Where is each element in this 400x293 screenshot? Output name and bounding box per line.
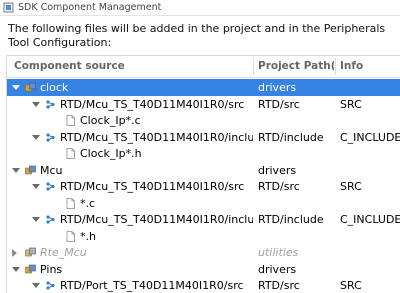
project-path-cell (258, 228, 334, 245)
column-divider[interactable] (253, 58, 254, 75)
row-label: Mcu (40, 163, 63, 177)
project-path-cell (258, 195, 334, 212)
component-source-cell: *.h (7, 228, 253, 245)
expand-toggle-icon[interactable] (32, 101, 40, 107)
project-path-cell: utilities (258, 246, 299, 259)
tree-row-component[interactable]: Rte_Mcu utilities (7, 244, 400, 261)
column-header-component-source[interactable]: Component source (14, 56, 254, 77)
source-folder-icon (46, 281, 55, 290)
project-path-cell: RTD/include (258, 130, 324, 144)
component-source-cell: RTD/Mcu_TS_T40D11M40I1R0/src (7, 178, 253, 195)
info-cell (340, 261, 400, 278)
row-label: Clock_Ip*.c (80, 114, 141, 127)
source-folder-icon (46, 132, 55, 142)
expand-toggle-icon[interactable] (32, 283, 40, 288)
source-folder-icon (46, 215, 55, 224)
component-package-icon (25, 82, 36, 92)
info-cell (340, 228, 400, 245)
window-title: SDK Component Management (18, 2, 162, 13)
info-cell (340, 162, 400, 179)
project-path-cell: RTD/include (258, 213, 324, 226)
project-path-cell (258, 145, 334, 162)
row-label: Rte_Mcu (40, 246, 87, 259)
project-path-cell: RTD/src (258, 279, 300, 292)
column-divider[interactable] (335, 58, 336, 75)
table-header: Component source Project Path(s Info (7, 56, 400, 78)
component-source-cell: RTD/Mcu_TS_T40D11M40I1R0/include (7, 129, 253, 146)
component-source-cell: Pins (7, 261, 253, 278)
expand-toggle-icon[interactable] (32, 217, 40, 222)
column-header-info[interactable]: Info (340, 56, 400, 77)
component-source-cell: *.c (7, 195, 253, 212)
info-cell (340, 145, 400, 162)
info-cell: C_INCLUDE (340, 130, 400, 144)
component-source-cell: RTD/Mcu_TS_T40D11M40I1R0/include (7, 211, 253, 228)
row-label: clock (40, 81, 69, 94)
project-path-cell: drivers (258, 262, 297, 276)
components-tree-table[interactable]: Component source Project Path(s Info clo… (6, 55, 400, 293)
row-label: Pins (40, 262, 63, 276)
expand-toggle-icon[interactable] (12, 167, 20, 173)
tree-row-file[interactable]: *.h (7, 228, 400, 245)
project-path-cell: RTD/src (258, 97, 300, 111)
component-source-cell: RTD/Mcu_TS_T40D11M40I1R0/src (7, 96, 253, 113)
component-source-cell: Clock_Ip*.c (7, 112, 253, 129)
component-package-icon (25, 247, 36, 257)
row-label: RTD/Mcu_TS_T40D11M40I1R0/include (60, 130, 253, 144)
tree-row-file[interactable]: Clock_Ip*.c (7, 112, 400, 129)
tree-row-component[interactable]: Mcu drivers (7, 162, 400, 179)
tree-row-component[interactable]: Pins drivers (7, 261, 400, 278)
tree-row-source[interactable]: RTD/Mcu_TS_T40D11M40I1R0/src RTD/src SRC (7, 178, 400, 195)
title-bar: SDK Component Management (0, 0, 400, 16)
expand-toggle-icon[interactable] (32, 184, 40, 189)
row-label: RTD/Mcu_TS_T40D11M40I1R0/include (60, 213, 253, 226)
info-cell (340, 112, 400, 129)
file-icon (66, 197, 75, 209)
expand-toggle-icon[interactable] (32, 134, 40, 140)
info-cell: SRC (340, 279, 362, 292)
component-source-cell: Rte_Mcu (7, 244, 253, 261)
component-package-icon (25, 264, 36, 273)
tree-row-component[interactable]: clock drivers (7, 79, 400, 96)
row-label: RTD/Port_TS_T40D11M40I1R0/src (60, 279, 244, 292)
tree-row-file[interactable]: *.c (7, 195, 400, 212)
component-package-icon (25, 165, 36, 174)
info-cell: SRC (340, 180, 362, 193)
component-source-cell: clock (7, 79, 253, 96)
file-icon (66, 148, 75, 159)
tree-row-source[interactable]: RTD/Mcu_TS_T40D11M40I1R0/src RTD/src SRC (7, 96, 400, 113)
info-cell (340, 244, 400, 261)
source-folder-icon (46, 182, 55, 191)
component-source-cell: Mcu (7, 162, 253, 179)
expand-toggle-icon[interactable] (12, 266, 20, 272)
collapse-toggle-icon[interactable] (12, 249, 17, 257)
project-path-cell: RTD/src (258, 180, 300, 193)
info-cell (340, 79, 400, 96)
row-label: RTD/Mcu_TS_T40D11M40I1R0/src (60, 180, 245, 193)
info-cell: SRC (340, 97, 362, 111)
row-label: *.c (80, 196, 96, 210)
tree-row-source[interactable]: RTD/Port_TS_T40D11M40I1R0/src RTD/src SRC (7, 277, 400, 293)
file-icon (66, 230, 75, 242)
component-source-cell: Clock_Ip*.h (7, 145, 253, 162)
description-text: The following files will be added in the… (8, 22, 386, 49)
row-label: RTD/Mcu_TS_T40D11M40I1R0/src (60, 97, 245, 111)
component-source-cell: RTD/Port_TS_T40D11M40I1R0/src (7, 277, 253, 293)
info-cell: C_INCLUDE (340, 213, 400, 226)
file-icon (66, 115, 75, 126)
project-path-cell: drivers (258, 81, 297, 94)
component-app-icon (3, 2, 14, 13)
row-label: *.h (80, 229, 96, 243)
row-label: Clock_Ip*.h (80, 147, 142, 160)
tree-row-source[interactable]: RTD/Mcu_TS_T40D11M40I1R0/include RTD/incl… (7, 129, 400, 146)
expand-toggle-icon[interactable] (12, 85, 20, 90)
tree-row-file[interactable]: Clock_Ip*.h (7, 145, 400, 162)
info-cell (340, 195, 400, 212)
source-folder-icon (46, 99, 55, 109)
tree-row-source[interactable]: RTD/Mcu_TS_T40D11M40I1R0/include RTD/incl… (7, 211, 400, 228)
project-path-cell (258, 112, 334, 129)
project-path-cell: drivers (258, 163, 297, 177)
column-header-project-path[interactable]: Project Path(s (258, 56, 334, 77)
